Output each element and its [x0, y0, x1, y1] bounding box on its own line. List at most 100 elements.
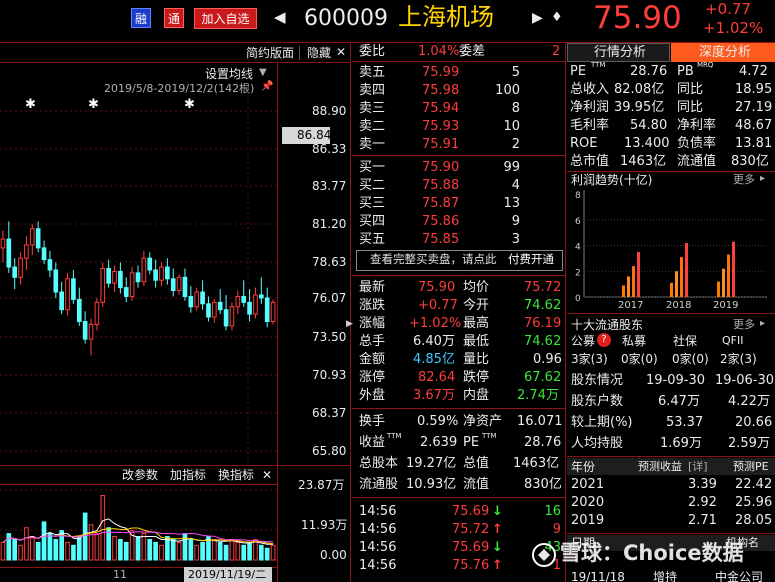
candlestick-chart: ✱ ✱ ✱ — [0, 62, 277, 465]
margin-badge[interactable]: 融 — [131, 8, 151, 28]
fund-label: 净资产 — [463, 414, 503, 429]
connect-badge[interactable]: 通 — [164, 8, 184, 28]
holder-stat-value: 2.59万 — [728, 436, 770, 451]
candle — [118, 270, 123, 289]
quote-label: 跌停 — [463, 370, 490, 385]
holders-more-link[interactable]: 更多 — [733, 319, 755, 330]
close-panel-icon[interactable]: ✕ — [336, 46, 346, 58]
volume-axis-top: 23.87万 — [298, 478, 345, 492]
volume-bar — [247, 541, 252, 561]
quote-label: 今开 — [463, 298, 490, 313]
high-marker-icon: ✱ — [88, 97, 99, 112]
metric-label: 负债率 — [677, 136, 717, 151]
forecast-header-year: 年份 — [571, 460, 596, 474]
volume-bar — [24, 527, 29, 561]
fund-value: 28.76 — [524, 435, 562, 450]
volume-bar — [100, 494, 106, 561]
quote-label: 最低 — [463, 334, 490, 349]
bid-row: 买四 75.86 9 — [359, 214, 520, 229]
switch-indicator-button[interactable]: 换指标 — [218, 469, 254, 481]
price-axis-label: 70.93 — [312, 368, 347, 382]
chart-right-border — [350, 42, 351, 582]
volume-bar — [12, 538, 18, 561]
metric-value: 1463亿 — [620, 154, 667, 169]
edit-params-button[interactable]: 改参数 — [122, 469, 158, 481]
quote-value: 67.62 — [524, 370, 562, 385]
quote-value: 6.40万 — [413, 334, 455, 349]
volume-bar — [159, 544, 164, 561]
quote-value: 4.85亿 — [413, 352, 455, 367]
fund-value: 2.639 — [420, 435, 458, 450]
metric-label: ROE — [570, 136, 598, 151]
profit-bar — [637, 251, 640, 297]
metric-value: 39.95亿 — [614, 100, 665, 115]
quote-label: 涨跌 — [359, 298, 386, 313]
tab-market-analysis-label: 行情分析 — [594, 45, 647, 60]
volume-bar — [270, 544, 276, 561]
weibi-label: 委比 — [359, 44, 386, 59]
quote-label: 量比 — [463, 352, 490, 367]
candle — [88, 323, 94, 340]
price-axis-label: 83.77 — [312, 179, 347, 193]
quote-label: 涨停 — [359, 370, 386, 385]
candle — [182, 276, 188, 297]
fund-value: 0.59% — [417, 414, 459, 429]
forecast-cell: 2.92 — [688, 495, 717, 510]
close-indicator-icon[interactable]: ✕ — [262, 469, 272, 481]
next-stock-arrow-icon[interactable]: ▶ — [532, 11, 543, 25]
holder-stat-value: 19-06-30 — [715, 373, 775, 388]
candle — [18, 257, 23, 278]
metric-label: 同比 — [677, 82, 704, 97]
snowball-logo-icon — [532, 543, 556, 567]
hide-panel-button[interactable]: 隐藏 — [307, 47, 331, 59]
volume-bar — [170, 538, 176, 561]
profit-more-arrow-icon[interactable]: ▸ — [760, 174, 765, 184]
simple-layout-button[interactable]: 简约版面 — [246, 47, 294, 59]
candle — [247, 301, 252, 315]
candle — [241, 295, 247, 303]
collapse-arrow-icon[interactable]: ▶ — [346, 320, 353, 329]
volume-bar — [135, 536, 141, 561]
profit-bar — [727, 254, 730, 297]
top-holders-title: 十大流通股东 — [571, 318, 644, 332]
quote-value: 74.62 — [524, 334, 562, 349]
up-arrow-icon: ↑ — [492, 522, 503, 537]
forecast-cell: 2.71 — [688, 513, 717, 528]
volume-bar — [235, 541, 241, 561]
metric-label: 总市值 — [570, 154, 610, 169]
header-change: +0.77 — [705, 0, 751, 18]
metric-value: 830亿 — [731, 154, 769, 169]
profit-more-link[interactable]: 更多 — [733, 174, 755, 185]
rating-date: 19/11/18 — [571, 570, 625, 582]
forecast-detail-link[interactable]: [详] — [688, 461, 708, 472]
profit-year-label: 2018 — [666, 300, 691, 311]
candle — [217, 301, 223, 311]
prev-stock-arrow-icon[interactable]: ◀ — [274, 10, 286, 25]
rating-action: 增持 — [653, 570, 678, 582]
profit-axis-label: 4 — [575, 243, 581, 253]
current-price-tag-label: 86.84 — [297, 128, 332, 142]
candle — [65, 278, 70, 311]
volume-bar — [217, 541, 223, 561]
help-icon[interactable]: ? — [597, 333, 611, 347]
forecast-cell: 2021 — [571, 477, 605, 492]
profit-bar — [627, 276, 630, 297]
bid-row: 买五 75.85 3 — [359, 232, 520, 247]
volume-bar — [82, 512, 88, 561]
add-indicator-button[interactable]: 加指标 — [170, 469, 206, 481]
weicha-label: 委差 — [459, 44, 486, 59]
volume-bar — [141, 533, 147, 561]
volume-bar — [118, 538, 123, 561]
pay-unlock-link[interactable]: 付费开通 — [508, 253, 554, 266]
bell-icon[interactable]: ♦ — [551, 11, 563, 24]
volume-bar — [176, 541, 182, 561]
holders-more-arrow-icon[interactable]: ▸ — [760, 319, 765, 329]
ask-row: 卖二 75.93 10 — [359, 119, 520, 134]
quote-label: 总手 — [359, 334, 386, 349]
holder-count: 0家(0) — [672, 352, 709, 366]
forecast-cell: 28.05 — [735, 513, 773, 528]
candle — [159, 266, 164, 281]
add-watchlist-button[interactable]: 加入自选 — [194, 8, 257, 29]
volume-bar — [41, 521, 47, 561]
forecast-header-eps: 预测收益 — [638, 460, 682, 473]
